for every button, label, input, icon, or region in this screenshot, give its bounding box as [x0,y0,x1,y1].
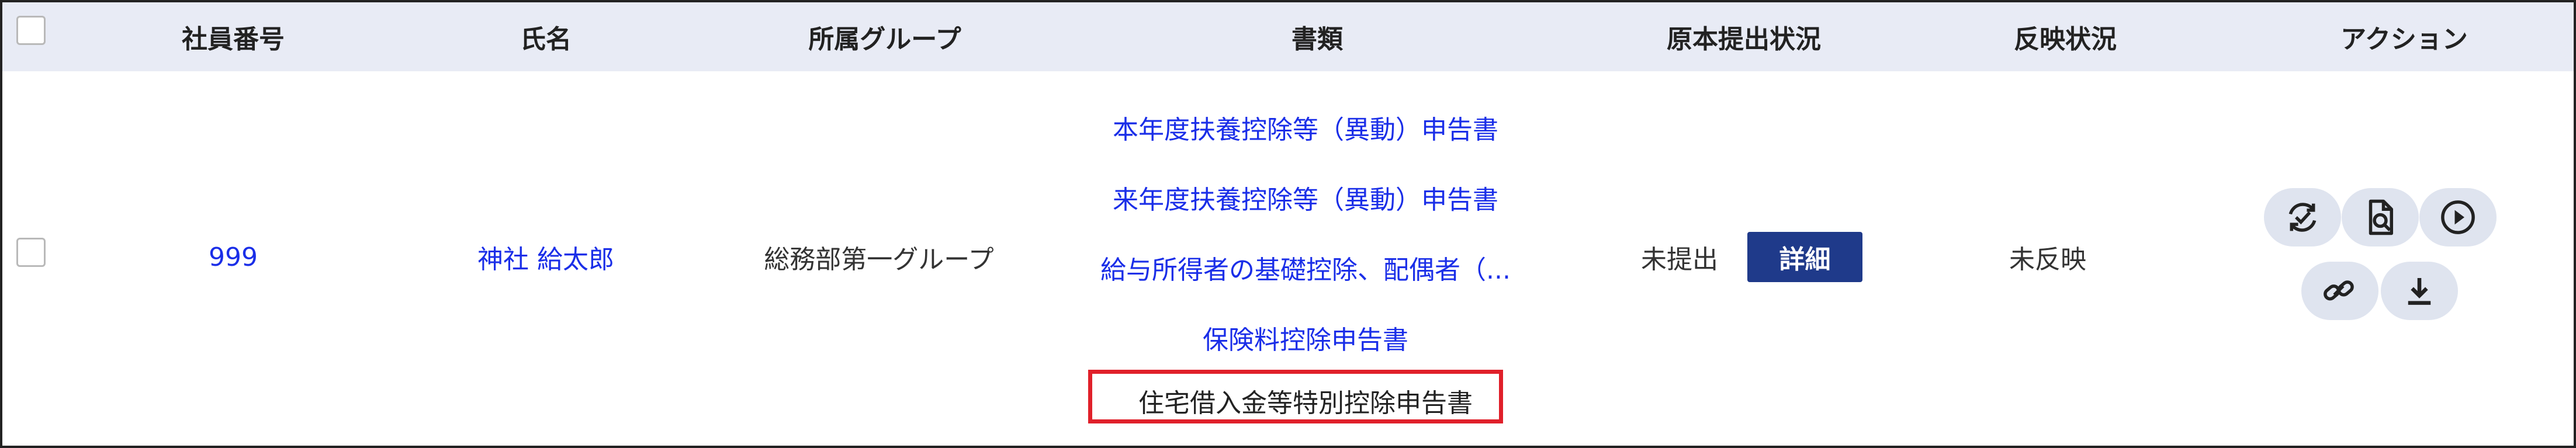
header-original-status[interactable]: 原本提出状況 [1627,2,1861,71]
table-header: 社員番号 氏名 所属グループ 書類 原本提出状況 反映状況 アクション [2,2,2574,71]
detail-button[interactable]: 詳細 [1747,232,1862,282]
play-icon [2441,200,2475,234]
employee-no-link[interactable]: 999 [172,234,295,280]
employee-name-link[interactable]: 神社 給太郎 [446,234,645,280]
original-status-text: 未提出 [1641,245,1718,275]
document-link[interactable]: 本年度扶養控除等（異動）申告書 [1054,104,1557,151]
sync-check-button[interactable] [2264,188,2341,246]
link-icon [2324,280,2354,301]
reflect-status-text: 未反映 [2009,245,2086,275]
header-reflect-status[interactable]: 反映状況 [1978,2,2153,71]
header-actions: アクション [2340,25,2468,54]
sync-check-icon [2288,203,2317,232]
preview-document-button[interactable] [2342,188,2419,246]
document-link[interactable]: 来年度扶養控除等（異動）申告書 [1054,174,1557,221]
header-documents: 書類 [1292,25,1343,54]
header-employee-no[interactable]: 社員番号 [160,2,306,71]
document-link[interactable]: 給与所得者の基礎控除、配偶者（... [1054,244,1557,291]
document-search-icon [2369,199,2393,235]
play-button[interactable] [2419,188,2497,246]
employee-documents-table: 社員番号 氏名 所属グループ 書類 原本提出状況 反映状況 アクション 999 … [0,0,2576,448]
row-checkbox[interactable] [16,238,46,267]
group-name: 総務部第一グループ [764,245,994,275]
header-group[interactable]: 所属グループ [768,2,1002,71]
document-link[interactable]: 保険料控除申告書 [1054,314,1557,361]
select-all-checkbox[interactable] [16,16,46,45]
selection-highlight [1088,370,1503,423]
link-button[interactable] [2301,262,2378,320]
download-button[interactable] [2381,262,2458,320]
header-name[interactable]: 氏名 [458,2,633,71]
download-icon [2408,278,2431,305]
